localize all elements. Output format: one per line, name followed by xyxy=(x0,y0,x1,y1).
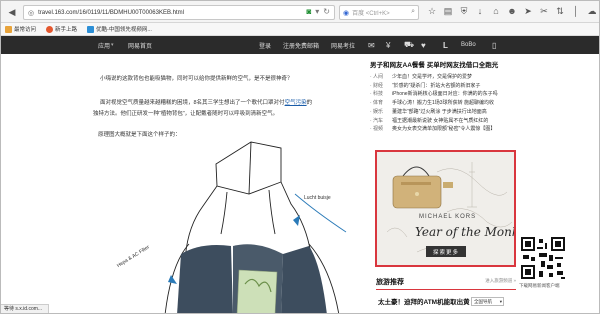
reload-icon[interactable]: ↻ xyxy=(323,7,330,16)
extension-icon[interactable]: ⇅ xyxy=(553,4,567,18)
back-icon[interactable]: ◀ xyxy=(5,5,19,19)
browser-toolbar: ◀ ◎ travel.163.com/16/0119/11/BDMHU00T00… xyxy=(1,1,599,23)
travel-section: 旅游推荐 进入旅游频道 » xyxy=(376,277,516,290)
download-icon[interactable]: ↓ xyxy=(473,4,487,18)
item-category: · 娱乐 xyxy=(370,108,384,115)
travel-headline[interactable]: 太土豪！迪拜的ATM机能取出黄 xyxy=(378,296,470,306)
bookmark-label: 优酷-中国领先视频网... xyxy=(96,27,152,33)
sidebar-news: 男子和网友AA餐餐 买单时网友找借口全跑光 · 人间 少年血！交是学坏，交是保护的… xyxy=(370,59,520,134)
item-category: · 体育 xyxy=(370,100,384,107)
browser-window: ◀ ◎ travel.163.com/16/0119/11/BDMHU00T00… xyxy=(0,0,600,314)
nav-select[interactable]: 全国导航 ▾ xyxy=(471,297,504,306)
item-title: iPhone新消耗核心极面日对应：你满的的东子吗 xyxy=(392,91,498,98)
bookmark-label: 最常访问 xyxy=(14,27,37,33)
cart-icon[interactable]: ⛟ xyxy=(404,40,414,50)
item-category: · 视频 xyxy=(370,126,384,133)
ad-brand: MICHAEL KORS xyxy=(419,214,477,220)
list-item[interactable]: · 财经 “於感的”疑杀门：折站大名额的新旧家子 xyxy=(370,82,520,91)
qr-caption: 下载网易新闻客户端 xyxy=(519,283,560,288)
bookmark-item[interactable]: 新手上路 xyxy=(46,25,77,33)
article-paragraph: 面对视觉空气质量越来越糟糕的困境，8名其三学生想出了一个歌代口罩对付空气污染的 xyxy=(100,98,312,106)
l-icon[interactable]: L xyxy=(443,41,448,50)
shield-toolbar-icon[interactable]: ⛨ xyxy=(457,4,471,18)
article-paragraph: 独特方法。他们正研发一种“植物背包”，让配戴者随时可以呼吸到清新空气。 xyxy=(93,111,279,117)
bookmark-item[interactable]: 最常访问 xyxy=(5,25,36,33)
shield-icon[interactable]: ◙ xyxy=(306,7,311,16)
nav-home[interactable]: 网易首页 xyxy=(128,41,152,50)
nav-kaola[interactable]: 网易考拉 xyxy=(331,41,355,50)
backpack-illustration xyxy=(164,141,347,313)
search-bar[interactable]: ◉ 百度 <Ctrl+K> ⌕ xyxy=(339,5,419,20)
sync-icon[interactable]: ☻ xyxy=(505,4,519,18)
bookmark-label: 新手上路 xyxy=(55,27,78,33)
pollution-link[interactable]: 空气污染 xyxy=(285,100,307,106)
sidebar-headline[interactable]: 男子和网友AA餐餐 买单时网友找借口全跑光 xyxy=(370,59,520,69)
nav-login[interactable]: 登录 xyxy=(259,41,271,50)
article-text: 的 xyxy=(306,100,313,106)
ad-slogan: Year of the Monkey xyxy=(415,225,514,239)
heart-icon[interactable]: ♥ xyxy=(421,41,426,50)
bookmark-item[interactable]: 优酷-中国领先视频网... xyxy=(87,25,152,33)
lottery-icon[interactable]: ¥ xyxy=(386,41,390,50)
mail-icon[interactable]: ✉ xyxy=(368,41,375,50)
bookmarks-bar: 最常访问 新手上路 优酷-中国领先视频网... xyxy=(1,23,599,36)
item-category: · 人间 xyxy=(370,74,384,80)
item-category: · 财经 xyxy=(370,82,384,89)
item-title: “於感的”疑杀门：折站大名额的新旧家子 xyxy=(392,82,481,89)
folder-icon xyxy=(5,25,12,33)
chevron-down-icon: ▾ xyxy=(499,299,502,304)
globe-icon: ◎ xyxy=(28,9,35,17)
toolbar-icons: ☆ ▤ ⛨ ↓ ⌂ ☻ ➤ ✂ ⇅ │ ☁ ≡ xyxy=(425,4,599,18)
share-icon[interactable]: ➤ xyxy=(521,4,535,18)
item-title: 奥女为女表交满单加限额“秘密”令人震惊【图】 xyxy=(392,126,496,133)
reading-list-icon[interactable]: ▤ xyxy=(441,4,455,18)
qr-code xyxy=(519,235,567,281)
search-placeholder: 百度 <Ctrl+K> xyxy=(352,11,390,17)
chevron-down-icon: ▾ xyxy=(111,42,114,48)
item-category: · 科技 xyxy=(370,91,384,98)
divider-icon: │ xyxy=(573,6,579,16)
item-category: · 汽车 xyxy=(370,117,384,124)
search-engine-icon: ◉ xyxy=(343,9,350,17)
nav-bobo[interactable]: BoBo xyxy=(461,42,476,48)
list-item[interactable]: · 视频 奥女为女表交满单加限额“秘密”令人震惊【图】 xyxy=(370,125,520,134)
label-lucht-buisje: Lucht buisje xyxy=(304,195,331,201)
list-item[interactable]: · 人间 少年血！交是学坏，交是保护的爱梦 xyxy=(370,73,520,82)
item-title: 董建华“部路”过火刷涂 于步满扶行出地面高 xyxy=(392,108,487,115)
article-text: 面对视觉空气质量越来越糟糕的困境，8名其三学生想出了一个歌代口罩对付 xyxy=(100,100,285,106)
url-text: travel.163.com/16/0119/11/BDMHU00T00063K… xyxy=(38,9,184,16)
chat-icon[interactable]: ☁ xyxy=(585,4,599,18)
star-icon[interactable]: ☆ xyxy=(425,4,439,18)
sidebar-list: · 人间 少年血！交是学坏，交是保护的爱梦 · 财经 “於感的”疑杀门：折站大名额的… xyxy=(370,73,520,134)
explore-more-button[interactable]: 探索更多 xyxy=(426,246,466,257)
address-bar[interactable]: ◎ travel.163.com/16/0119/11/BDMHU00T0006… xyxy=(23,5,335,20)
capture-icon[interactable]: ✂ xyxy=(537,4,551,18)
travel-more-link[interactable]: 进入旅游频道 » xyxy=(485,278,516,284)
youku-icon xyxy=(87,25,95,33)
nav-register-mail[interactable]: 注册免费邮箱 xyxy=(283,41,319,50)
nav-apps[interactable]: 应用 xyxy=(98,41,110,50)
mobile-icon[interactable]: ▯ xyxy=(492,41,496,50)
list-item[interactable]: · 体育 手球心涛！搬力生1场3球所获转 施超聊编均收 xyxy=(370,99,520,108)
home-icon[interactable]: ⌂ xyxy=(489,4,503,18)
list-item[interactable]: · 汽车 福王据潮最新说驶 女神贴属不在气质红红的 xyxy=(370,117,520,126)
dropdown-icon[interactable]: ▾ xyxy=(315,7,319,16)
firefox-icon xyxy=(46,25,54,33)
list-item[interactable]: · 娱乐 董建华“部路”过火刷涂 于步满扶行出地面高 xyxy=(370,108,520,117)
list-item[interactable]: · 科技 iPhone新消耗核心极面日对应：你满的的东子吗 xyxy=(370,90,520,99)
site-nav: 应用 ▾ 网易首页 登录 注册免费邮箱 网易考拉 ✉ ¥ ⛟ ♥ L BoBo … xyxy=(1,36,599,54)
address-bar-actions: ◙ ▾ ↻ xyxy=(306,7,330,16)
advertisement[interactable]: MICHAEL KORS Year of the Monkey 探索更多 xyxy=(375,150,516,267)
item-title: 少年血！交是学坏，交是保护的爱梦 xyxy=(392,74,473,80)
item-title: 福王据潮最新说驶 女神贴属不在气质红红的 xyxy=(392,117,489,124)
nav-select-value: 全国导航 xyxy=(474,299,492,304)
item-title: 手球心涛！搬力生1场3球所获转 施超聊编均收 xyxy=(392,100,494,107)
status-bar: 等待 s.x.id.com... xyxy=(1,304,49,313)
search-icon[interactable]: ⌕ xyxy=(411,8,415,16)
article-paragraph: 小嗨说的这款背包也能吸猫物，同时可以给你提供新鲜的空气，是不是很神奇？ xyxy=(100,76,293,82)
